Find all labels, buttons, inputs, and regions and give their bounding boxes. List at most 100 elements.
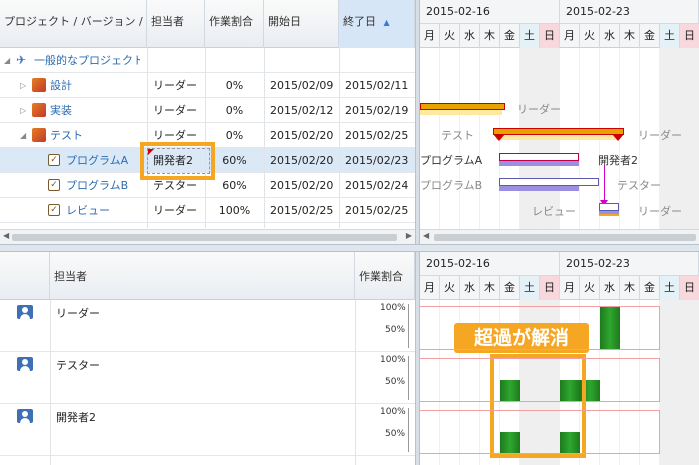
progA-name-label: プログラムA [420,154,483,167]
resource-row[interactable]: テスター 100% 50% [0,352,415,404]
task-assignee[interactable]: リーダー [153,73,205,98]
task-start[interactable] [270,48,339,73]
bot-day-4: 金 [500,276,520,300]
col-end-header[interactable]: 終了日 ▲ [339,0,415,48]
task-end[interactable]: 2015/02/25 [345,123,415,148]
task-assignee[interactable] [153,48,205,73]
resource-name[interactable]: リーダー [56,305,100,321]
task-grid-scroll-thumb[interactable] [12,234,397,241]
bot-day-5: 土 [520,276,540,300]
progB-bar[interactable] [499,178,599,186]
res-week-label-2: 2015-02-23 [560,252,699,276]
scroll-right-icon[interactable]: ▶ [406,231,412,240]
task-start[interactable]: 2015/02/20 [270,123,339,148]
task-grid-scrollbar[interactable]: ◀ ▶ [0,229,415,244]
col-end-label: 終了日 [343,15,376,28]
progA-bar[interactable] [499,153,579,161]
task-name[interactable]: 設計 [50,73,140,98]
col-name-header[interactable]: プロジェクト / バージョン / … [0,0,147,48]
task-row[interactable]: ▷ 実装 リーダー 0% 2015/02/12 2015/02/19 [0,98,415,123]
progB-assignee-label: テスター [617,179,661,192]
gantt-scrollbar[interactable]: ◀ [420,229,699,244]
version-icon [32,78,46,92]
task-ratio[interactable] [205,48,264,73]
task-end[interactable]: 2015/02/11 [345,73,415,98]
impl-summary-bar[interactable] [420,103,505,110]
col-assignee-header[interactable]: 担当者 [147,0,205,48]
week-label-2: 2015-02-23 [560,0,699,24]
bot-day-6: 日 [540,276,560,300]
expand-toggle-icon[interactable]: ▷ [20,81,26,90]
bot-day-12: 土 [660,276,680,300]
capacity-line [420,306,660,350]
top-day-6: 日 [540,24,560,48]
task-start[interactable]: 2015/02/25 [270,198,339,223]
task-start[interactable]: 2015/02/09 [270,73,339,98]
task-name[interactable]: プログラムA [66,148,140,173]
test-summary-bar[interactable] [493,128,624,135]
bot-day-8: 火 [580,276,600,300]
top-day-13: 日 [680,24,699,48]
task-start[interactable]: 2015/02/20 [270,148,339,173]
task-row[interactable]: ◢ ✈ 一般的なプロジェクト [0,48,415,73]
top-day-1: 火 [440,24,460,48]
impl-assignee-label: リーダー [517,103,561,116]
assignee-edit-box[interactable] [147,148,210,174]
task-name[interactable]: レビュー [66,198,140,223]
resource-name[interactable]: 開発者2 [56,409,96,425]
bot-day-2: 水 [460,276,480,300]
progB-name-label: プログラムB [420,179,483,192]
task-ratio[interactable]: 0% [205,73,264,98]
task-assignee[interactable]: リーダー [153,198,205,223]
project-icon: ✈ [16,53,27,67]
task-start[interactable]: 2015/02/12 [270,98,339,123]
task-ratio[interactable]: 100% [205,198,264,223]
scroll-left-icon[interactable]: ◀ [3,231,9,240]
task-end[interactable]: 2015/02/23 [345,148,415,173]
gantt-scroll-thumb[interactable] [434,234,696,241]
col-start-header[interactable]: 開始日 [264,0,339,48]
resource-grid-header: 担当者 作業割合 [0,252,415,300]
expand-toggle-icon[interactable]: ◢ [20,131,26,140]
top-day-9: 水 [600,24,620,48]
task-end[interactable]: 2015/02/19 [345,98,415,123]
tick-100: 100% [380,303,406,313]
tick-100: 100% [380,407,406,417]
task-name[interactable]: 一般的なプロジェクト [34,48,140,73]
top-day-11: 金 [640,24,660,48]
task-start[interactable]: 2015/02/20 [270,173,339,198]
resource-row[interactable]: リーダー 100% 50% [0,300,415,352]
expand-toggle-icon[interactable]: ▷ [20,106,26,115]
task-row[interactable]: ✓ レビュー リーダー 100% 2015/02/25 2015/02/25 [0,198,415,223]
task-row[interactable]: ▷ 設計 リーダー 0% 2015/02/09 2015/02/11 [0,73,415,98]
resource-name[interactable]: テスター [56,357,100,373]
task-name[interactable]: テスト [50,123,140,148]
resource-row[interactable]: 開発者2 100% 50% [0,404,415,456]
version-icon [32,128,46,142]
week-label-1: 2015-02-16 [420,0,560,24]
bot-day-0: 月 [420,276,440,300]
review-name-label: レビュー [532,205,576,218]
task-name[interactable]: 実装 [50,98,140,123]
task-ratio[interactable]: 0% [205,98,264,123]
task-end[interactable] [345,48,415,73]
col-ratio-header[interactable]: 作業割合 [205,0,264,48]
task-assignee[interactable]: リーダー [153,98,205,123]
res-col-assignee-header[interactable]: 担当者 [50,252,355,300]
expand-toggle-icon[interactable]: ◢ [4,56,10,65]
res-col-ratio-header[interactable]: 作業割合 [355,252,415,300]
tick-100: 100% [380,355,406,365]
review-bar[interactable] [599,203,619,211]
top-day-4: 金 [500,24,520,48]
task-end[interactable]: 2015/02/24 [345,173,415,198]
gantt-scroll-left-icon[interactable]: ◀ [423,231,429,240]
task-grid-header: プロジェクト / バージョン / … 担当者 作業割合 開始日 終了日 ▲ [0,0,415,48]
bot-day-13: 日 [680,276,699,300]
bot-day-3: 木 [480,276,500,300]
task-name[interactable]: プログラムB [66,173,140,198]
task-end[interactable]: 2015/02/25 [345,198,415,223]
horizontal-splitter[interactable] [0,244,699,252]
top-day-0: 月 [420,24,440,48]
issue-icon: ✓ [48,179,60,191]
version-icon [32,103,46,117]
